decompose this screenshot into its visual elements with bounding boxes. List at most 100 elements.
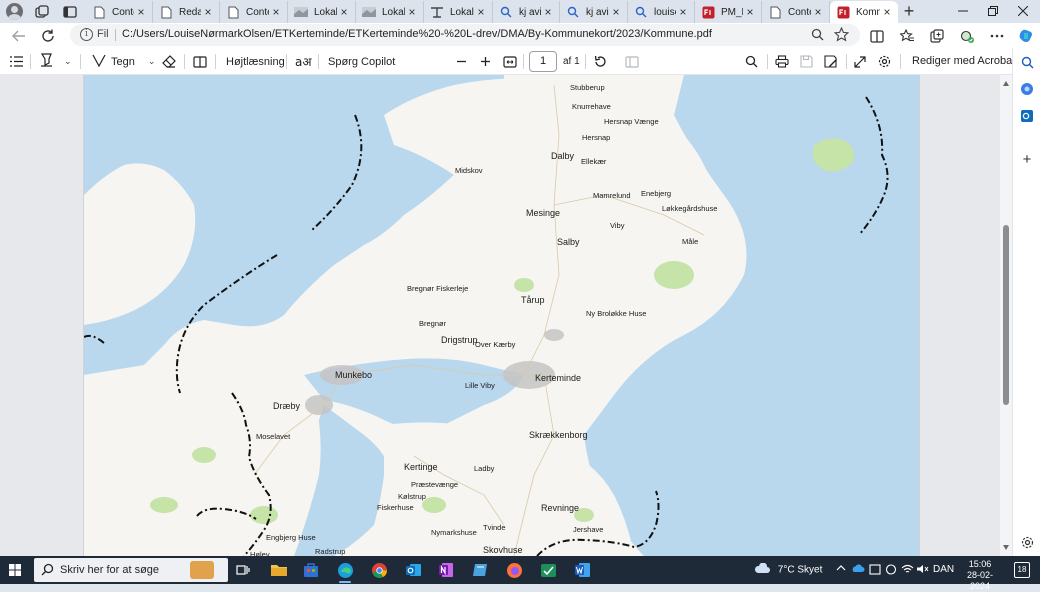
save-icon[interactable] (800, 52, 813, 71)
close-tab-icon[interactable]: × (880, 5, 894, 19)
volume-icon[interactable] (916, 564, 929, 577)
site-info-icon[interactable]: i (80, 28, 93, 41)
contents-icon[interactable] (10, 52, 23, 71)
search-icon[interactable] (1019, 54, 1035, 70)
search-icon[interactable] (745, 52, 758, 71)
favorites-icon[interactable] (897, 26, 917, 46)
add-sidebar-app-icon[interactable]: + (1019, 151, 1035, 168)
tab-conte-3[interactable]: Conte × (762, 1, 830, 23)
new-tab-button[interactable]: + (900, 2, 918, 20)
vertical-scrollbar[interactable] (1000, 75, 1012, 556)
clock[interactable]: 15:06 28-02-2024 (958, 559, 1002, 592)
close-tab-icon[interactable]: × (474, 5, 488, 19)
windows-start-icon[interactable] (9, 564, 21, 576)
profile-avatar-icon[interactable] (6, 3, 23, 20)
tab-kommune-active[interactable]: Komm × (830, 1, 898, 23)
divider (30, 54, 31, 69)
refresh-icon[interactable] (38, 26, 58, 46)
save-as-icon[interactable] (824, 52, 838, 71)
close-tab-icon[interactable]: × (337, 5, 351, 19)
tab-kj-avis-2[interactable]: kj avis × (560, 1, 628, 23)
eraser-button[interactable] (162, 52, 176, 71)
close-tab-icon[interactable]: × (743, 5, 757, 19)
onedrive-icon[interactable] (851, 564, 865, 576)
close-tab-icon[interactable]: × (811, 5, 825, 19)
store-icon[interactable] (300, 559, 322, 581)
chevron-up-icon[interactable] (836, 564, 846, 575)
back-icon[interactable] (9, 26, 29, 46)
close-tab-icon[interactable]: × (269, 5, 283, 19)
file-explorer-icon[interactable] (268, 559, 290, 581)
close-tab-icon[interactable]: × (541, 5, 555, 19)
read-aloud-button[interactable]: Højtlæsning (226, 52, 285, 71)
tab-lokale-1[interactable]: Lokale × (288, 1, 356, 23)
close-tab-icon[interactable]: × (134, 5, 148, 19)
fit-page-icon[interactable] (503, 52, 517, 71)
tab-louise[interactable]: louise × (628, 1, 695, 23)
tab-kj-avis-1[interactable]: kj avis × (493, 1, 560, 23)
wifi-icon[interactable] (901, 564, 914, 577)
chrome-icon[interactable] (368, 559, 390, 581)
split-screen-icon[interactable] (867, 26, 887, 46)
zoom-out-icon[interactable] (456, 52, 467, 71)
pdf-viewer[interactable]: Stubberup Knurrehave Hersnap Vænge Hersnap D… (0, 75, 1000, 556)
close-tab-icon[interactable]: × (405, 5, 419, 19)
place-label: Enebjerg (641, 189, 672, 198)
tray-app-icon-2[interactable] (885, 564, 897, 578)
tab-conte-2[interactable]: Conte × (220, 1, 288, 23)
close-tab-icon[interactable]: × (201, 5, 215, 19)
tab-redakt[interactable]: Redakt × (153, 1, 220, 23)
scroll-down-icon[interactable] (1003, 545, 1009, 550)
zoom-in-icon[interactable] (480, 52, 491, 71)
edit-with-acrobat-button[interactable]: Rediger med Acrobat (912, 55, 1015, 67)
sidebar-settings-gear-icon[interactable] (1019, 534, 1035, 550)
language-indicator[interactable]: DAN (933, 564, 954, 575)
edge-browser-icon[interactable] (334, 559, 356, 583)
close-tab-icon[interactable]: × (676, 5, 690, 19)
address-field[interactable]: i Fil C:/Users/LouiseNørmarkOlsen/ETKert… (70, 24, 860, 46)
task-view-icon[interactable] (232, 559, 254, 581)
two-page-icon[interactable] (625, 52, 639, 71)
outlook-icon[interactable] (402, 559, 424, 581)
minimize-icon[interactable] (947, 0, 979, 22)
print-icon[interactable] (775, 52, 789, 71)
tab-lokale-2[interactable]: Lokale × (356, 1, 424, 23)
notification-center-icon[interactable]: 18 (1014, 562, 1030, 578)
tab-lokale-3[interactable]: Lokale × (424, 1, 493, 23)
collections-icon[interactable] (927, 26, 947, 46)
url-text[interactable]: C:/Users/LouiseNørmarkOlsen/ETKerteminde… (122, 28, 712, 40)
close-window-icon[interactable] (1007, 0, 1039, 22)
page-view-icon[interactable] (193, 52, 207, 71)
green-app-icon[interactable] (537, 559, 559, 581)
generic-app-icon[interactable] (469, 559, 491, 581)
ask-copilot-button[interactable]: Spørg Copilot (328, 52, 395, 71)
restore-icon[interactable] (977, 0, 1009, 22)
onenote-icon[interactable] (435, 559, 457, 581)
more-menu-icon[interactable] (987, 26, 1007, 46)
rotate-icon[interactable] (594, 52, 607, 71)
firefox-icon[interactable] (503, 559, 525, 581)
extension-icon[interactable] (957, 26, 977, 46)
word-icon[interactable] (571, 559, 593, 581)
shopping-icon[interactable] (1019, 81, 1035, 97)
scroll-up-icon[interactable] (1003, 81, 1009, 86)
tab-conte-1[interactable]: Conte × (86, 1, 153, 23)
outlook-icon[interactable] (1019, 108, 1035, 124)
settings-gear-icon[interactable] (878, 52, 891, 71)
zoom-icon[interactable] (811, 28, 824, 44)
tab-pm-er[interactable]: PM_Er × (695, 1, 762, 23)
translate-icon[interactable]: aअ (295, 52, 312, 71)
highlight-button[interactable]: ⌄ (40, 52, 72, 71)
copilot-icon[interactable] (1016, 26, 1036, 46)
tab-actions-icon[interactable] (61, 3, 79, 20)
page-number-input[interactable]: 1 (529, 51, 557, 72)
taskbar-search-input[interactable]: Skriv her for at søge (34, 558, 228, 582)
favorite-star-icon[interactable] (833, 26, 850, 45)
workspaces-icon[interactable] (33, 3, 51, 20)
close-tab-icon[interactable]: × (609, 5, 623, 19)
tray-app-icon[interactable] (869, 564, 881, 578)
fullscreen-icon[interactable] (854, 52, 866, 71)
weather-widget[interactable]: 7°C Skyet (754, 562, 822, 577)
draw-button[interactable]: Tegn ⌄ (92, 52, 155, 71)
scroll-thumb[interactable] (1003, 225, 1009, 405)
